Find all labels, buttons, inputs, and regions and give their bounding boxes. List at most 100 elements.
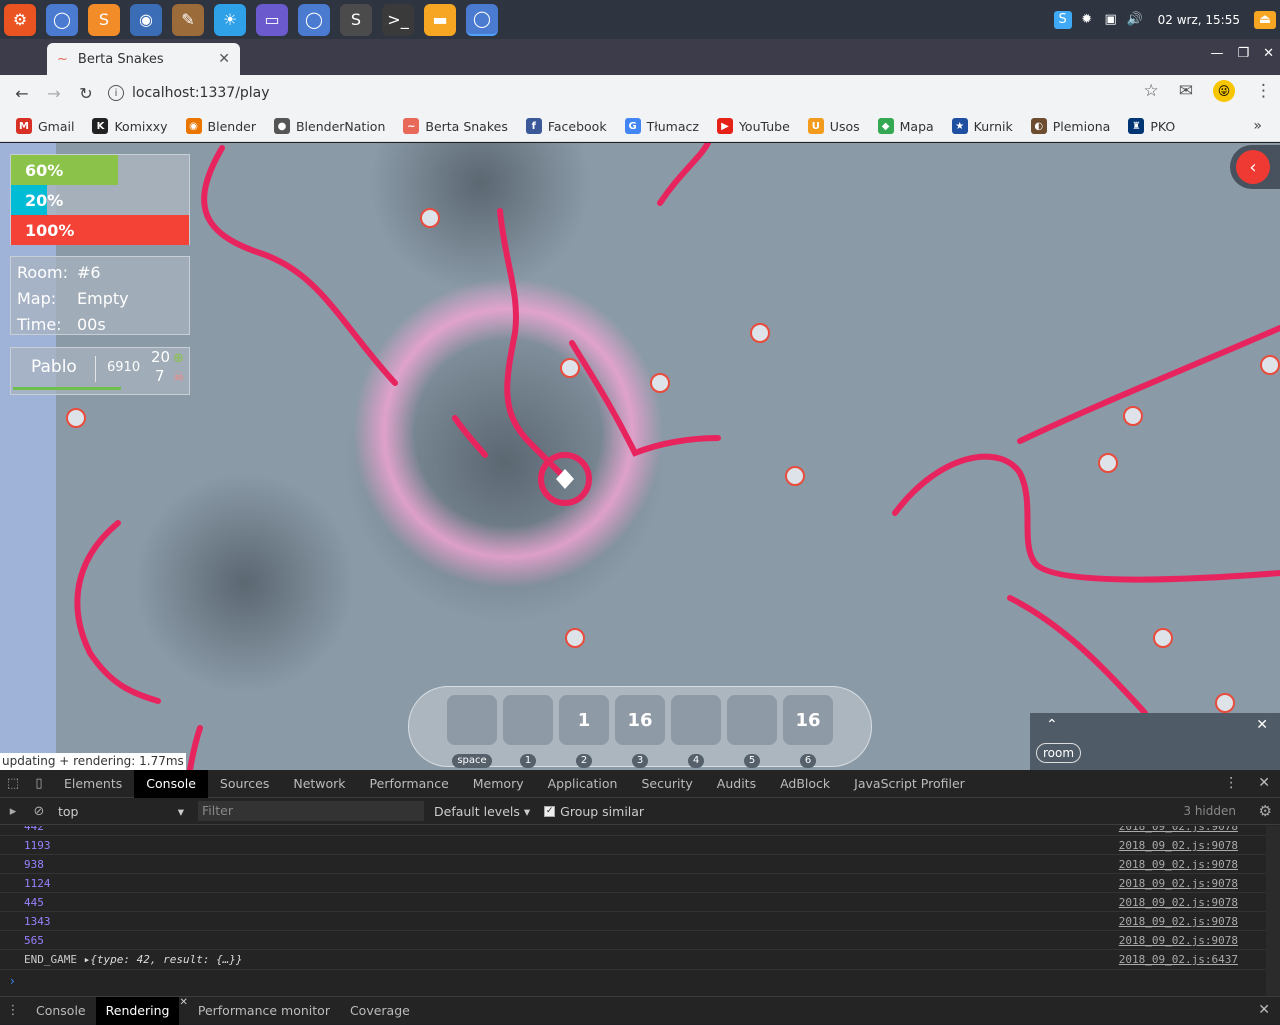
drawer-menu-icon[interactable]: ⋮ bbox=[0, 1003, 26, 1018]
bookmark-plemiona[interactable]: ◐ Plemiona bbox=[1030, 118, 1110, 134]
game-canvas[interactable]: 60% 20% 100% Room: #6 Map: Empty Time: 00s … bbox=[0, 143, 1280, 770]
bookmark-youtube[interactable]: ▶ YouTube bbox=[716, 118, 790, 134]
mail-icon[interactable]: ✉ bbox=[1179, 81, 1193, 101]
info-icon[interactable]: i bbox=[108, 85, 124, 101]
bookmark-gmail[interactable]: M Gmail bbox=[16, 118, 74, 134]
url-text[interactable]: localhost:1337/play bbox=[132, 85, 270, 101]
devtools-tab-network[interactable]: Network bbox=[281, 770, 357, 798]
log-source-link[interactable]: 2018_09_02.js:9078 bbox=[1119, 874, 1238, 893]
close-tab-icon[interactable]: ✕ bbox=[179, 997, 187, 1025]
context-select[interactable]: top ▾ bbox=[52, 804, 192, 819]
devtools-tab-console[interactable]: Console bbox=[134, 769, 208, 798]
room-chat-tab[interactable]: room bbox=[1036, 743, 1082, 763]
forward-icon[interactable]: → bbox=[38, 84, 70, 103]
bookmark-berta-snakes[interactable]: ~ Berta Snakes bbox=[403, 118, 508, 134]
devtools-tab-elements[interactable]: Elements bbox=[52, 770, 134, 798]
skill-slot-6[interactable]: 16 bbox=[783, 695, 833, 745]
close-drawer-icon[interactable]: ✕ bbox=[1258, 1002, 1270, 1018]
devtools-tab-audits[interactable]: Audits bbox=[705, 770, 768, 798]
log-source-link[interactable]: 2018_09_02.js:9078 bbox=[1119, 893, 1238, 912]
devtools-tab-javascript-profiler[interactable]: JavaScript Profiler bbox=[842, 770, 977, 798]
session-icon[interactable]: ⏏ bbox=[1254, 10, 1276, 29]
log-source-link[interactable]: 2018_09_02.js:9078 bbox=[1119, 836, 1238, 855]
log-source-link[interactable]: 2018_09_02.js:9078 bbox=[1119, 931, 1238, 950]
log-source-link[interactable]: 2018_09_02.js:9078 bbox=[1119, 855, 1238, 874]
minimize-icon[interactable]: — bbox=[1210, 46, 1223, 61]
reload-icon[interactable]: ↻ bbox=[70, 84, 102, 103]
bookmark-facebook[interactable]: f Facebook bbox=[525, 118, 607, 134]
close-icon[interactable]: ✕ bbox=[218, 51, 230, 67]
clear-console-icon[interactable]: ⊘ bbox=[26, 804, 52, 819]
skill-slot-4[interactable] bbox=[671, 695, 721, 745]
devtools-tab-memory[interactable]: Memory bbox=[461, 770, 536, 798]
filter-input[interactable]: Filter bbox=[198, 801, 424, 821]
address-bar[interactable]: i localhost:1337/play bbox=[108, 79, 1198, 107]
skill-slot-space[interactable] bbox=[447, 695, 497, 745]
more-icon[interactable]: ⋮ bbox=[1224, 775, 1238, 791]
console-prompt[interactable]: › bbox=[10, 974, 15, 988]
weather-icon[interactable]: ✹ bbox=[1078, 11, 1096, 29]
group-similar-checkbox[interactable]: ✓ Group similar bbox=[544, 804, 644, 819]
network-icon[interactable]: ▣ bbox=[1102, 11, 1120, 29]
devtools-tab-adblock[interactable]: AdBlock bbox=[768, 770, 842, 798]
sublime-text-icon[interactable]: S bbox=[340, 3, 372, 36]
devtools-tab-application[interactable]: Application bbox=[536, 770, 630, 798]
tab-berta-snakes[interactable]: ~ Berta Snakes ✕ bbox=[47, 43, 240, 75]
clock[interactable]: 02 wrz, 15:55 bbox=[1158, 13, 1240, 27]
bookmark-blender[interactable]: ◉ Blender bbox=[185, 118, 256, 134]
folder-icon[interactable]: ▬ bbox=[424, 3, 456, 36]
checkbox-icon[interactable]: ✓ bbox=[544, 805, 556, 817]
chevron-left-icon[interactable]: ‹ bbox=[1236, 150, 1270, 184]
ubuntu-icon[interactable]: ⚙ bbox=[4, 3, 36, 36]
log-source-link[interactable]: 2018_09_02.js:6437 bbox=[1119, 950, 1238, 969]
bookmark-pko[interactable]: ♜ PKO bbox=[1128, 118, 1175, 134]
emoji-extension-icon[interactable]: 😜 bbox=[1213, 80, 1235, 102]
inspect-icon[interactable]: ⬚ bbox=[0, 776, 26, 791]
blender-icon[interactable]: ◉ bbox=[130, 3, 162, 36]
star-icon[interactable]: ☆ bbox=[1144, 81, 1159, 101]
skill-slot-5[interactable] bbox=[727, 695, 777, 745]
levels-select[interactable]: Default levels ▾ bbox=[434, 804, 530, 819]
skill-slot-1[interactable] bbox=[503, 695, 553, 745]
gimp-icon[interactable]: ✎ bbox=[172, 3, 204, 36]
volume-icon[interactable]: 🔊 bbox=[1126, 11, 1144, 29]
drawer-tab-console[interactable]: Console bbox=[26, 997, 96, 1025]
files-icon[interactable]: ▭ bbox=[256, 3, 288, 36]
bookmark-kurnik[interactable]: ★ Kurnik bbox=[951, 118, 1013, 134]
close-devtools-icon[interactable]: ✕ bbox=[1258, 775, 1270, 791]
devtools-tab-sources[interactable]: Sources bbox=[208, 770, 281, 798]
bookmark-mapa[interactable]: ◆ Mapa bbox=[877, 118, 934, 134]
sidebar-toggle-icon[interactable]: ▸ bbox=[0, 804, 26, 819]
devtools-tab-performance[interactable]: Performance bbox=[358, 770, 461, 798]
side-menu-toggle[interactable]: ‹ bbox=[1230, 145, 1280, 189]
close-icon[interactable]: ✕ bbox=[1256, 717, 1268, 733]
device-toggle-icon[interactable]: ▯ bbox=[26, 776, 52, 791]
bookmarks-more-icon[interactable]: » bbox=[1253, 118, 1262, 134]
log-source-link[interactable]: 2018_09_02.js:9078 bbox=[1119, 826, 1238, 836]
gear-icon[interactable]: ⚙ bbox=[1259, 802, 1272, 820]
drawer-tab-performance-monitor[interactable]: Performance monitor bbox=[188, 997, 340, 1025]
window-close-icon[interactable]: ✕ bbox=[1263, 46, 1274, 61]
drawer-tab-rendering[interactable]: Rendering bbox=[95, 996, 180, 1025]
bookmark-komixxy[interactable]: K Komixxy bbox=[92, 118, 168, 134]
bookmark-tłumacz[interactable]: G Tłumacz bbox=[624, 118, 699, 134]
chevron-up-icon[interactable]: ⌃ bbox=[1046, 717, 1058, 733]
back-icon[interactable]: ← bbox=[6, 84, 38, 103]
chrome-active-icon[interactable]: ◯ bbox=[466, 3, 498, 36]
log-source-link[interactable]: 2018_09_02.js:9078 bbox=[1119, 912, 1238, 931]
skype-icon[interactable]: S bbox=[1053, 10, 1072, 29]
sun-icon[interactable]: ☀ bbox=[214, 3, 246, 36]
bookmark-usos[interactable]: U Usos bbox=[807, 118, 860, 134]
console-scrollbar[interactable] bbox=[1266, 826, 1280, 996]
drawer-tab-coverage[interactable]: Coverage bbox=[340, 997, 420, 1025]
skill-slot-3[interactable]: 16 bbox=[615, 695, 665, 745]
sublime-s-icon[interactable]: S bbox=[88, 3, 120, 36]
bookmark-blendernation[interactable]: ● BlenderNation bbox=[273, 118, 385, 134]
menu-dots-icon[interactable]: ⋮ bbox=[1255, 81, 1272, 101]
terminal-icon[interactable]: >_ bbox=[382, 3, 414, 36]
skill-slot-2[interactable]: 1 bbox=[559, 695, 609, 745]
chrome-icon[interactable]: ◯ bbox=[298, 3, 330, 36]
devtools-tab-security[interactable]: Security bbox=[629, 770, 704, 798]
log-object[interactable]: ▸{type: 42, result: {…}} bbox=[84, 953, 243, 966]
maximize-icon[interactable]: ❐ bbox=[1237, 46, 1249, 61]
